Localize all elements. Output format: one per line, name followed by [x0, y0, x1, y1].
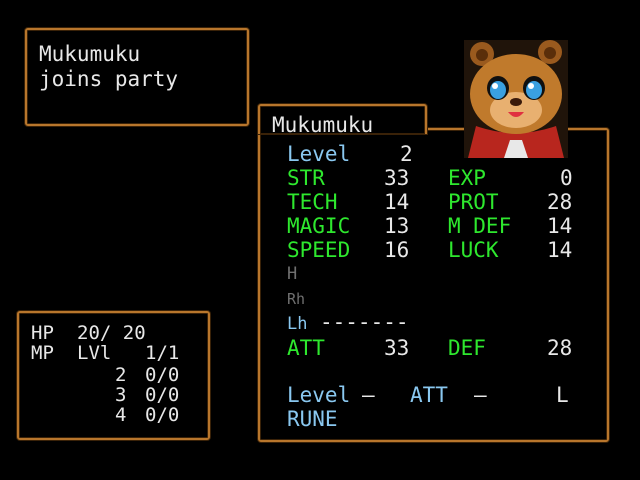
stat-str-value: 33: [384, 166, 410, 190]
rune-level-label: Level: [287, 383, 351, 407]
level-label: Level: [287, 142, 351, 166]
status-window: Level 2 STR 33 TECH 14 MAGIC 13 SPEED 16…: [258, 128, 609, 442]
left-hand-slot-label: Lh: [287, 314, 308, 334]
mp-row-value: 0/0: [145, 404, 180, 426]
stat-magic-value: 13: [384, 214, 410, 238]
stat-luck-value: 14: [547, 238, 573, 262]
def-value: 28: [547, 336, 573, 360]
rune-label: RUNE: [287, 407, 338, 431]
message-line-2: joins party: [39, 67, 179, 91]
hp-value: 20/ 20: [77, 322, 146, 344]
hp-label: HP: [31, 322, 54, 344]
mp-label: MP: [31, 342, 54, 364]
stat-prot-value: 28: [547, 190, 573, 214]
stat-mdef-value: 14: [547, 214, 573, 238]
message-line-1: Mukumuku: [39, 42, 141, 66]
rune-slot-label: L: [556, 383, 569, 407]
level-value: 2: [400, 142, 413, 166]
att-label: ATT: [287, 336, 325, 360]
def-label: DEF: [448, 336, 486, 360]
stat-speed-value: 16: [384, 238, 410, 262]
name-tab: Mukumuku: [258, 104, 427, 137]
mp-level-label: LVl: [77, 342, 112, 364]
stat-tech-value: 14: [384, 190, 410, 214]
rune-level-value: —: [362, 383, 375, 407]
stat-magic-label: MAGIC: [287, 214, 351, 238]
right-hand-slot-label: Rh: [287, 290, 306, 308]
left-hand-slot-value: -------: [320, 310, 409, 334]
mp-row-value: 0/0: [145, 364, 180, 386]
mp-row-value: 0/0: [145, 384, 180, 406]
att-value: 33: [384, 336, 410, 360]
character-name: Mukumuku: [272, 113, 374, 137]
stat-tech-label: TECH: [287, 190, 338, 214]
bear-cub-portrait-icon: [464, 40, 568, 158]
mp-level-value: 1/1: [145, 342, 180, 364]
stat-speed-label: SPEED: [287, 238, 351, 262]
mp-row-level: 4: [115, 404, 127, 426]
stat-prot-label: PROT: [448, 190, 499, 214]
stat-str-label: STR: [287, 166, 325, 190]
stat-mdef-label: M DEF: [448, 214, 512, 238]
head-slot-label: H: [287, 264, 298, 284]
hp-mp-window: HP 20/ 20 MP LVl 1/1 2 0/0 3 0/0 4 0/0: [17, 311, 210, 440]
rune-att-label: ATT: [410, 383, 448, 407]
stat-luck-label: LUCK: [448, 238, 499, 262]
stat-exp-value: 0: [560, 166, 573, 190]
mp-row-level: 3: [115, 384, 127, 406]
message-window: Mukumuku joins party: [25, 28, 249, 126]
mp-row-level: 2: [115, 364, 127, 386]
stat-exp-label: EXP: [448, 166, 486, 190]
rune-att-value: —: [474, 383, 487, 407]
